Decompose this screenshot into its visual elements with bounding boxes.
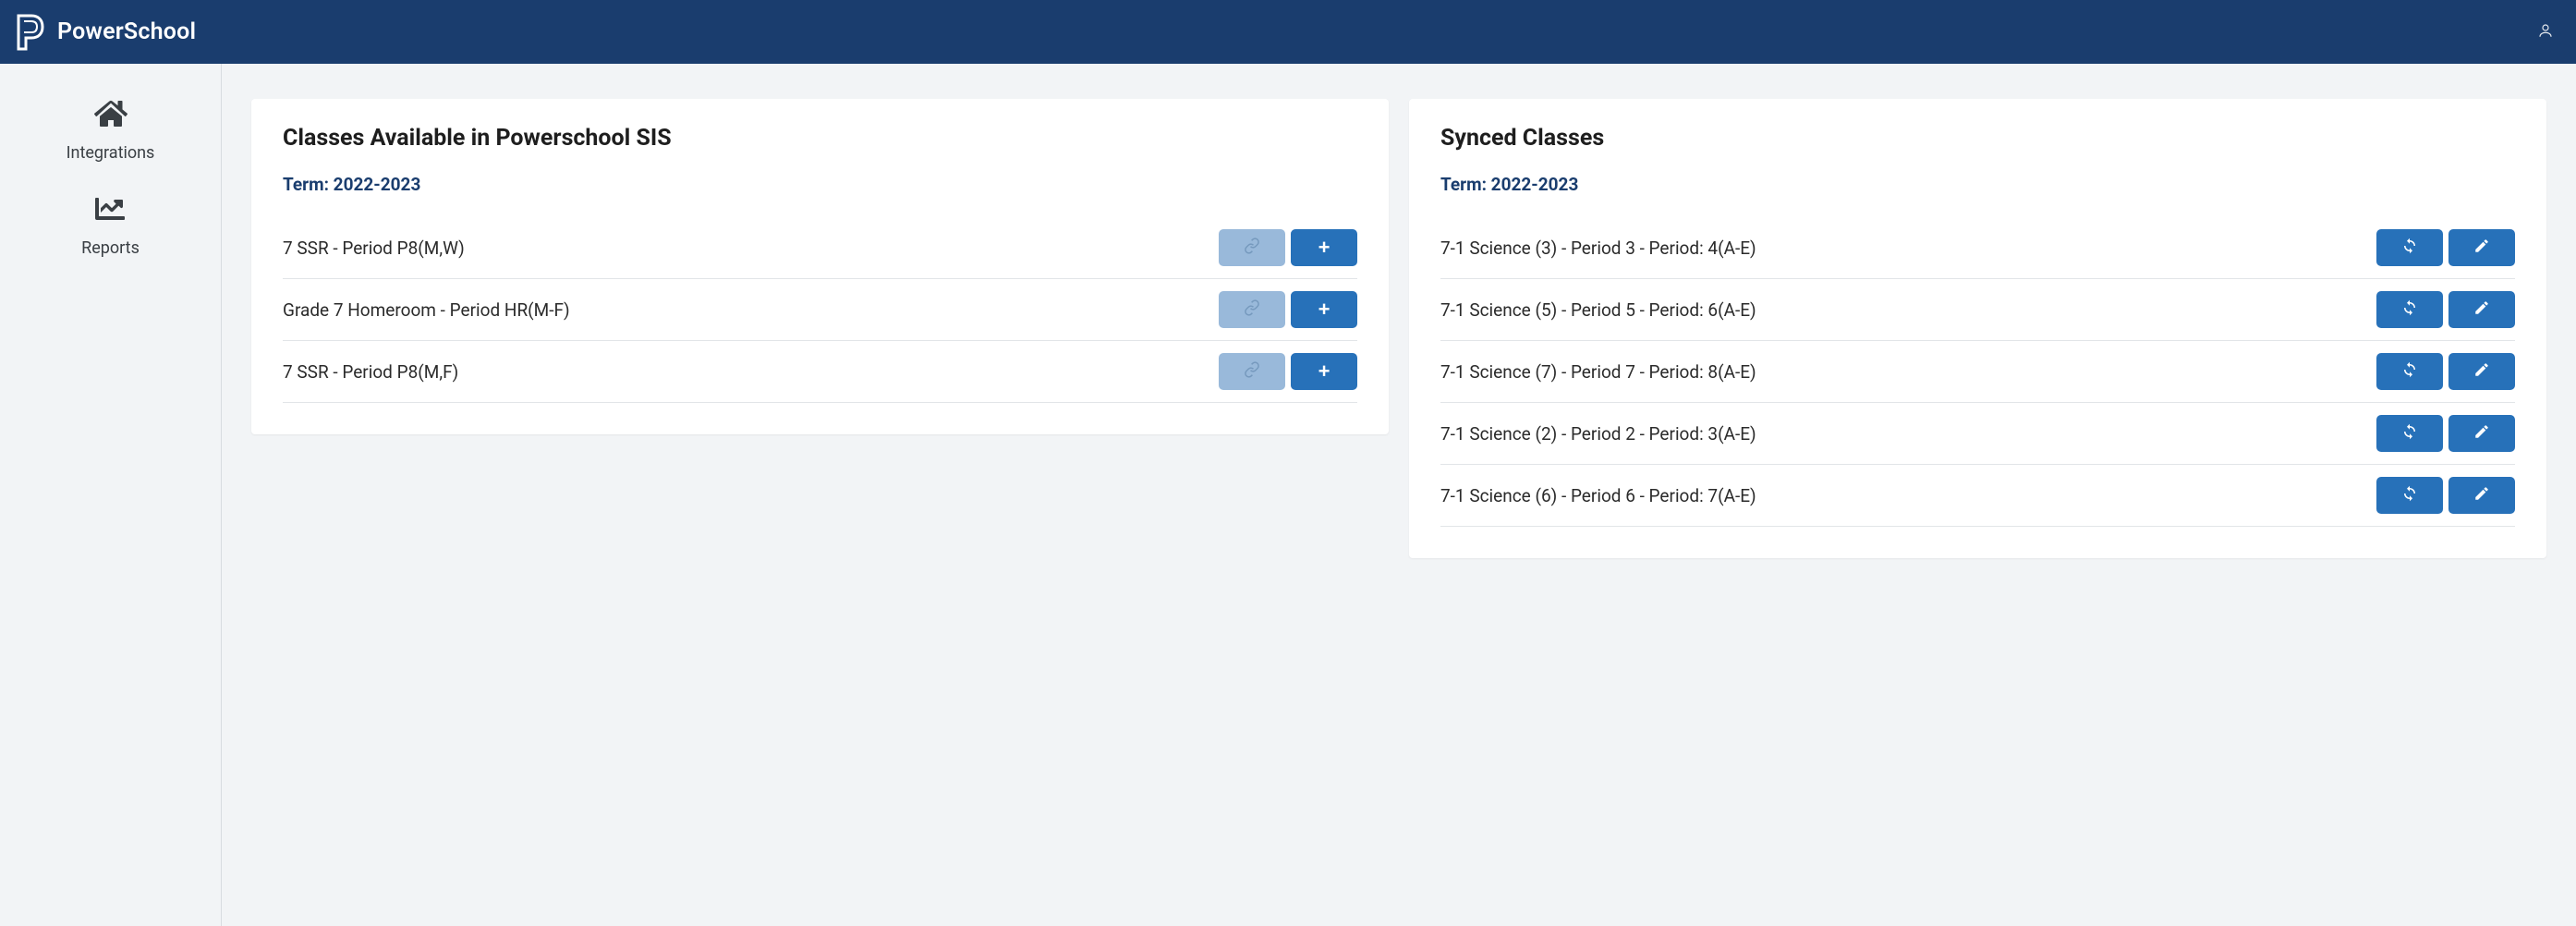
add-button[interactable]: + xyxy=(1291,353,1357,390)
plus-icon: + xyxy=(1318,361,1331,382)
button-group xyxy=(2376,353,2515,390)
edit-icon xyxy=(2473,238,2490,259)
class-row: 7 SSR - Period P8(M,W) + xyxy=(283,217,1357,279)
button-group xyxy=(2376,415,2515,452)
chart-line-icon xyxy=(93,194,127,227)
class-name: 7 SSR - Period P8(M,W) xyxy=(283,238,465,259)
sidebar-item-reports[interactable]: Reports xyxy=(81,194,140,258)
sync-icon xyxy=(2401,238,2418,259)
class-row: 7-1 Science (2) - Period 2 - Period: 3(A… xyxy=(1440,403,2515,465)
class-name: 7-1 Science (6) - Period 6 - Period: 7(A… xyxy=(1440,485,1756,506)
class-row: 7-1 Science (3) - Period 3 - Period: 4(A… xyxy=(1440,217,2515,279)
plus-icon: + xyxy=(1318,238,1331,258)
add-button[interactable]: + xyxy=(1291,229,1357,266)
class-name: Grade 7 Homeroom - Period HR(M-F) xyxy=(283,299,570,321)
button-group xyxy=(2376,291,2515,328)
term-label: Term: 2022-2023 xyxy=(283,174,1357,195)
brand-logo: PowerSchool xyxy=(13,13,196,52)
class-name: 7-1 Science (3) - Period 3 - Period: 4(A… xyxy=(1440,238,1756,259)
edit-button[interactable] xyxy=(2448,477,2515,514)
sidebar-item-label: Reports xyxy=(81,238,140,258)
add-button[interactable]: + xyxy=(1291,291,1357,328)
sync-icon xyxy=(2401,361,2418,383)
class-row: 7-1 Science (7) - Period 7 - Period: 8(A… xyxy=(1440,341,2515,403)
class-name: 7-1 Science (7) - Period 7 - Period: 8(A… xyxy=(1440,361,1756,383)
edit-button[interactable] xyxy=(2448,415,2515,452)
link-button xyxy=(1219,353,1285,390)
edit-icon xyxy=(2473,361,2490,383)
button-group: + xyxy=(1219,229,1357,266)
edit-button[interactable] xyxy=(2448,353,2515,390)
app-header: PowerSchool xyxy=(0,0,2576,64)
sync-button[interactable] xyxy=(2376,415,2443,452)
panel-title: Synced Classes xyxy=(1440,125,2515,152)
link-button xyxy=(1219,229,1285,266)
link-icon xyxy=(1244,299,1260,321)
button-group: + xyxy=(1219,291,1357,328)
class-row: 7-1 Science (6) - Period 6 - Period: 7(A… xyxy=(1440,465,2515,527)
plus-icon: + xyxy=(1318,299,1331,320)
term-label: Term: 2022-2023 xyxy=(1440,174,2515,195)
sync-button[interactable] xyxy=(2376,291,2443,328)
class-name: 7 SSR - Period P8(M,F) xyxy=(283,361,458,383)
class-name: 7-1 Science (2) - Period 2 - Period: 3(A… xyxy=(1440,423,1756,445)
button-group xyxy=(2376,229,2515,266)
brand-name: PowerSchool xyxy=(57,18,196,45)
main-content: Classes Available in Powerschool SIS Ter… xyxy=(222,64,2576,926)
sync-icon xyxy=(2401,423,2418,445)
sidebar: Integrations Reports xyxy=(0,64,222,926)
sync-button[interactable] xyxy=(2376,477,2443,514)
sync-icon xyxy=(2401,485,2418,506)
class-row: 7 SSR - Period P8(M,F) + xyxy=(283,341,1357,403)
sidebar-item-integrations[interactable]: Integrations xyxy=(67,99,155,163)
user-icon[interactable] xyxy=(2537,22,2554,43)
sync-button[interactable] xyxy=(2376,353,2443,390)
class-row: Grade 7 Homeroom - Period HR(M-F) + xyxy=(283,279,1357,341)
link-icon xyxy=(1244,238,1260,259)
edit-icon xyxy=(2473,299,2490,321)
edit-button[interactable] xyxy=(2448,229,2515,266)
panel-available-classes: Classes Available in Powerschool SIS Ter… xyxy=(251,99,1389,434)
panel-title: Classes Available in Powerschool SIS xyxy=(283,125,1357,152)
sync-icon xyxy=(2401,299,2418,321)
link-button xyxy=(1219,291,1285,328)
link-icon xyxy=(1244,361,1260,383)
class-name: 7-1 Science (5) - Period 5 - Period: 6(A… xyxy=(1440,299,1756,321)
edit-icon xyxy=(2473,485,2490,506)
powerschool-logo-icon xyxy=(13,13,46,52)
sync-button[interactable] xyxy=(2376,229,2443,266)
button-group xyxy=(2376,477,2515,514)
edit-button[interactable] xyxy=(2448,291,2515,328)
panel-synced-classes: Synced Classes Term: 2022-2023 7-1 Scien… xyxy=(1409,99,2546,558)
sidebar-item-label: Integrations xyxy=(67,143,155,163)
class-row: 7-1 Science (5) - Period 5 - Period: 6(A… xyxy=(1440,279,2515,341)
home-icon xyxy=(94,99,128,132)
button-group: + xyxy=(1219,353,1357,390)
edit-icon xyxy=(2473,423,2490,445)
